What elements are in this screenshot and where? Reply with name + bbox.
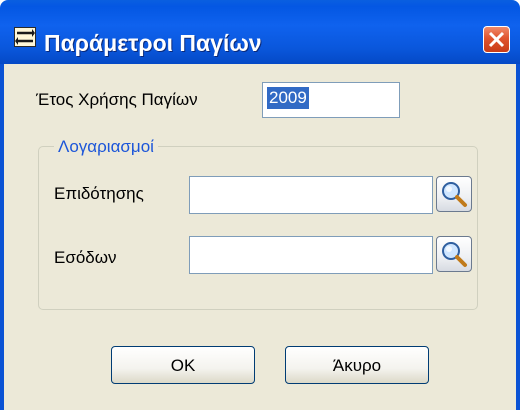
transfer-arrows-icon <box>14 27 36 47</box>
ok-button[interactable]: OK <box>111 346 255 384</box>
subsidy-label: Επιδότησης <box>54 184 144 203</box>
close-button[interactable] <box>483 26 510 53</box>
search-icon <box>442 242 467 267</box>
year-value: 2009 <box>267 87 309 109</box>
cancel-button[interactable]: Άκυρο <box>285 346 429 384</box>
accounts-groupbox <box>38 146 478 310</box>
year-input[interactable]: 2009 <box>262 82 400 118</box>
income-account-input[interactable] <box>189 236 433 274</box>
income-label: Εσόδων <box>54 248 117 267</box>
subsidy-search-button[interactable] <box>436 176 472 212</box>
parameters-dialog: Παράμετροι Παγίων Έτος Χρήσης Παγίων 200… <box>0 0 520 410</box>
dialog-body: Έτος Χρήσης Παγίων 2009 Λογαριασμοί Επιδ… <box>0 64 520 410</box>
title-bar[interactable]: Παράμετροι Παγίων <box>0 0 520 64</box>
close-icon <box>488 31 505 48</box>
income-search-button[interactable] <box>436 236 472 272</box>
search-icon <box>442 182 467 207</box>
year-label: Έτος Χρήσης Παγίων <box>36 90 198 109</box>
window-title: Παράμετροι Παγίων <box>44 30 262 56</box>
accounts-group-title: Λογαριασμοί <box>54 137 158 157</box>
subsidy-account-input[interactable] <box>189 176 433 214</box>
